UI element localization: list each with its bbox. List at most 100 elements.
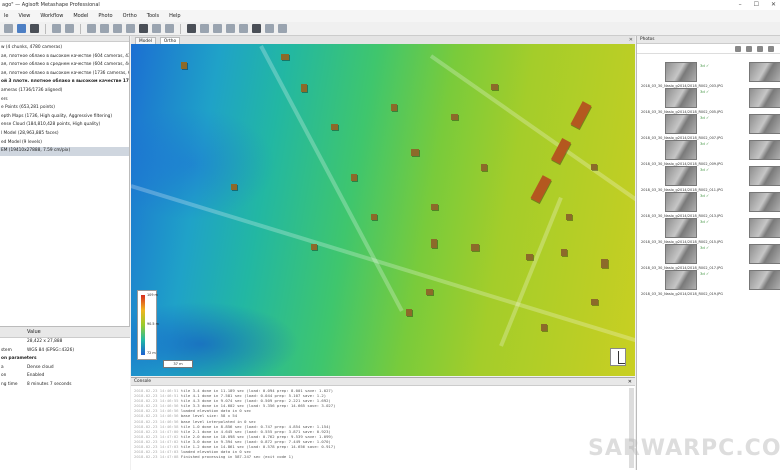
rotate-icon[interactable] (165, 24, 174, 33)
photo-thumbnail[interactable]: 3d ✓ (665, 114, 709, 134)
building (411, 149, 419, 156)
delete-icon[interactable] (139, 24, 148, 33)
menu-bar: le View Workflow Model Photo Ortho Tools… (0, 10, 780, 22)
photo-caption: 2018_03_30_Naslo_g2014/2018_R002_019.JPG (641, 292, 723, 296)
window-title: ago" — Agisoft Metashape Professional (2, 2, 100, 8)
zoom-in-icon[interactable] (213, 24, 222, 33)
workspace-item-selected[interactable]: EM (19410x27888, 7.59 cm/pix) (0, 147, 129, 156)
menu-file[interactable]: le (4, 13, 8, 19)
workspace-item[interactable]: w (4 chunks, 4780 cameras) (0, 44, 129, 53)
workspace-item[interactable]: l Model (28,963,885 faces) (0, 130, 129, 139)
toolbar-divider (180, 23, 181, 34)
rectangle-select-icon[interactable] (100, 24, 109, 33)
undo-icon[interactable] (52, 24, 61, 33)
crop-icon[interactable] (152, 24, 161, 33)
photo-thumbnail[interactable]: 3d ✓ (749, 166, 780, 186)
dem-map-view[interactable] (131, 44, 635, 376)
workspace-item[interactable]: ense Cloud (184,810,428 points, High qua… (0, 121, 129, 130)
photo-thumbnail[interactable]: 3d ✓ (749, 270, 780, 290)
redo-icon[interactable] (65, 24, 74, 33)
scale-bar: 37 m (163, 360, 193, 368)
brightness-icon[interactable] (187, 24, 196, 33)
building (231, 184, 237, 190)
workspace-item[interactable]: ая, плотное облако в высоком качестве (6… (0, 53, 129, 62)
elevation-color-ramp (141, 295, 145, 355)
close-icon[interactable]: ✕ (629, 37, 633, 43)
workspace-item[interactable]: ая, плотное облако в среднем качестве (6… (0, 61, 129, 70)
menu-view[interactable]: View (18, 13, 30, 19)
photo-thumbnail[interactable]: 3d ✓ (749, 140, 780, 160)
photo-thumbnail[interactable]: 3d ✓ (749, 62, 780, 82)
photo-thumbnail[interactable]: 3d ✓ (665, 62, 709, 82)
photo-thumbnail[interactable]: 3d ✓ (665, 192, 709, 212)
photo-thumbnail[interactable]: 3d ✓ (665, 166, 709, 186)
building (601, 259, 608, 268)
photo-thumbnail[interactable]: 3d ✓ (665, 244, 709, 264)
remove-icon[interactable] (746, 46, 752, 52)
workspace-item[interactable]: e Points (653,281 points) (0, 104, 129, 113)
building (491, 84, 498, 90)
axes-indicator (610, 348, 626, 366)
contour-icon[interactable] (200, 24, 209, 33)
maximize-button[interactable]: ☐ (754, 1, 759, 8)
building (406, 309, 412, 316)
menu-ortho[interactable]: Ortho (123, 13, 137, 19)
ruler-icon[interactable] (126, 24, 135, 33)
menu-tools[interactable]: Tools (147, 13, 159, 19)
photo-thumbnail[interactable]: 3d ✓ (749, 114, 780, 134)
photo-thumbnail[interactable]: 3d ✓ (749, 192, 780, 212)
photo-check-badge: 3d ✓ (700, 63, 710, 68)
photo-thumbnail[interactable]: 3d ✓ (665, 88, 709, 108)
building (301, 84, 307, 92)
polyline-icon[interactable] (113, 24, 122, 33)
rotate-icon[interactable] (757, 46, 763, 52)
workspace-item[interactable]: epth Maps (1736, High quality, Aggressiv… (0, 113, 129, 122)
building (391, 104, 397, 111)
workspace-item[interactable]: ameras (1736/1736 aligned) (0, 87, 129, 96)
ortho-view-icon[interactable] (265, 24, 274, 33)
photo-thumbnail[interactable]: 3d ✓ (665, 218, 709, 238)
console-log[interactable]: 2018-02-23 14:46:51 tile 3-4 done in 11.… (131, 386, 635, 459)
save-icon[interactable] (17, 24, 26, 33)
menu-help[interactable]: Help (169, 13, 180, 19)
tab-ortho[interactable]: Ortho (159, 36, 181, 44)
pointer-icon[interactable] (87, 24, 96, 33)
menu-model[interactable]: Model (73, 13, 88, 19)
photo-thumbnail[interactable]: 3d ✓ (665, 140, 709, 160)
close-icon[interactable]: ✕ (628, 378, 632, 386)
workspace-item-active-chunk[interactable]: ой 3 плотн. плотное облако в высоком кач… (0, 78, 129, 87)
filter-icon[interactable] (735, 46, 741, 52)
workspace-item[interactable]: ers (0, 96, 129, 105)
property-row: a Dense cloud (1, 364, 54, 370)
building (426, 289, 433, 295)
building (471, 244, 479, 251)
photo-thumbnail[interactable]: 3d ✓ (749, 88, 780, 108)
close-button[interactable]: ✕ (771, 1, 776, 8)
workspace-tree: w (4 chunks, 4780 cameras) ая, плотное о… (0, 42, 129, 156)
workspace-item[interactable]: ed Model (9 levels) (0, 139, 129, 148)
workspace-item[interactable]: ая, плотное облако в высоком качестве (1… (0, 70, 129, 79)
photo-thumbnail[interactable]: 3d ✓ (665, 270, 709, 290)
open-icon[interactable] (4, 24, 13, 33)
photo-thumbnail[interactable]: 3d ✓ (749, 244, 780, 264)
property-row: stem WGS 84 (EPSG::4326) (1, 347, 75, 353)
photo-check-badge: 3d ✓ (700, 219, 710, 224)
photos-title: Photos (637, 36, 780, 44)
title-bar: ago" — Agisoft Metashape Professional – … (0, 0, 780, 10)
zoom-out-icon[interactable] (226, 24, 235, 33)
dem-view-icon[interactable] (252, 24, 261, 33)
menu-workflow[interactable]: Workflow (40, 13, 63, 19)
view-mode-icon[interactable] (768, 46, 774, 52)
legend-min-label: 72 m (147, 351, 156, 355)
watermark: SARWARPC.COM (588, 436, 780, 461)
minimize-button[interactable]: – (739, 1, 742, 8)
window-controls: – ☐ ✕ (739, 1, 776, 8)
shapes-icon[interactable] (278, 24, 287, 33)
menu-photo[interactable]: Photo (98, 13, 112, 19)
reset-view-icon[interactable] (239, 24, 248, 33)
chunk-icon[interactable] (30, 24, 39, 33)
photo-thumbnail[interactable]: 3d ✓ (749, 218, 780, 238)
value-column-header: Value (27, 329, 41, 335)
tab-model[interactable]: Model (135, 36, 156, 44)
properties-header: Value (0, 327, 130, 338)
